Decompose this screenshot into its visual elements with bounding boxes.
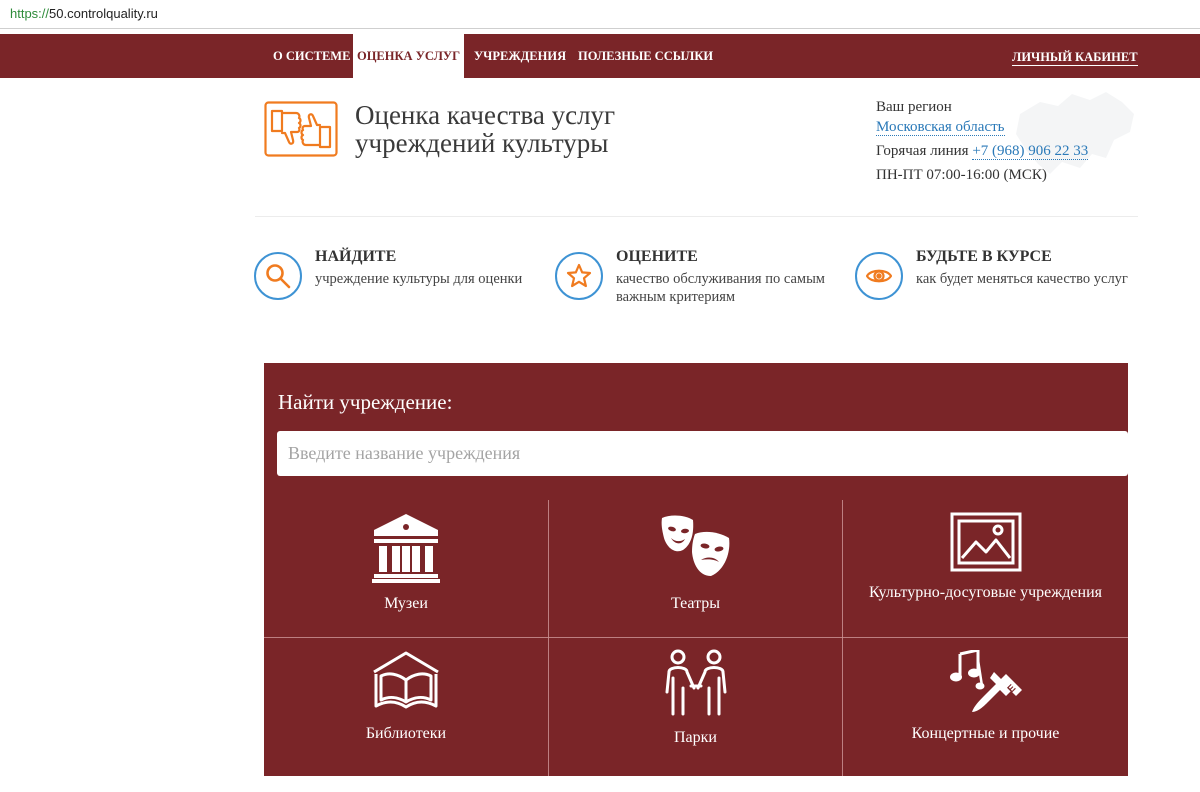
feature-title: ОЦЕНИТЕ: [616, 248, 698, 265]
category-label: Культурно-досуговые учреждения: [868, 584, 1103, 601]
open-book-icon: [373, 651, 439, 709]
working-hours: ПН-ПТ 07:00-16:00 (МСК): [876, 167, 1047, 183]
search-label: Найти учреждение:: [278, 390, 453, 414]
site-title[interactable]: Оценка качества услуг учреждений культур…: [355, 101, 615, 157]
thumbs-logo-icon[interactable]: [264, 101, 338, 157]
feature-find: НАЙДИТЕ учреждение культуры для оценки: [254, 248, 534, 310]
people-handshake-icon: [665, 649, 727, 716]
header-divider: [255, 216, 1138, 217]
category-label: Музеи: [384, 595, 428, 612]
personal-account-link[interactable]: ЛИЧНЫЙ КАБИНЕТ: [1012, 50, 1138, 66]
url-text[interactable]: https://50.controlquality.ru: [10, 6, 158, 21]
feature-text: как будет меняться качество услуг: [916, 271, 1128, 287]
museum-icon: [372, 514, 440, 583]
music-and-brush-icon: E: [950, 650, 1022, 712]
category-label: Концертные и прочие: [911, 725, 1060, 742]
nav-item-about[interactable]: О СИСТЕМЕ: [273, 34, 350, 78]
feature-rate: ОЦЕНИТЕ качество обслуживания по самым в…: [555, 248, 835, 310]
region-label: Ваш регион: [876, 99, 952, 115]
nav-item-useful-links[interactable]: ПОЛЕЗНЫЕ ССЫЛКИ: [578, 34, 713, 78]
category-libraries[interactable]: Библиотеки: [264, 638, 548, 775]
category-label: Театры: [670, 595, 721, 612]
feature-stay-informed: БУДЬТЕ В КУРСЕ как будет меняться качест…: [855, 248, 1135, 310]
nav-item-institutions[interactable]: УЧРЕЖДЕНИЯ: [474, 34, 566, 78]
feature-text: качество обслуживания по самым важным кр…: [616, 271, 825, 305]
feature-title: НАЙДИТЕ: [315, 248, 397, 265]
eye-icon: [855, 252, 903, 300]
category-concert-and-other[interactable]: E Концертные и прочие: [843, 638, 1128, 775]
region-select-link[interactable]: Московская область: [876, 119, 1005, 136]
category-label: Парки: [674, 729, 717, 746]
star-icon: [555, 252, 603, 300]
theatre-masks-icon: [661, 515, 730, 576]
search-panel: Найти учреждение:: [264, 363, 1128, 500]
top-navigation: О СИСТЕМЕ ОЦЕНКА УСЛУГ УЧРЕЖДЕНИЯ ПОЛЕЗН…: [0, 34, 1200, 78]
hotline-phone-link[interactable]: +7 (968) 906 22 33: [972, 143, 1089, 160]
magnifier-icon: [254, 252, 302, 300]
institution-search-input[interactable]: [277, 431, 1128, 476]
category-cultural-leisure[interactable]: Культурно-досуговые учреждения: [843, 500, 1128, 637]
category-label: Библиотеки: [365, 725, 447, 742]
feature-text: учреждение культуры для оценки: [315, 271, 523, 287]
category-grid: Музеи Театры Культурно-досуговые учрежде…: [264, 500, 1128, 776]
category-parks[interactable]: Парки: [549, 638, 842, 775]
hotline-row: Горячая линия +7 (968) 906 22 33: [876, 143, 1089, 160]
category-theatres[interactable]: Театры: [549, 500, 842, 637]
browser-address-bar[interactable]: https://50.controlquality.ru: [0, 0, 1200, 29]
feature-title: БУДЬТЕ В КУРСЕ: [916, 248, 1052, 265]
category-museums[interactable]: Музеи: [264, 500, 548, 637]
nav-item-service-rating[interactable]: ОЦЕНКА УСЛУГ: [353, 34, 464, 78]
picture-frame-icon: [950, 512, 1022, 572]
